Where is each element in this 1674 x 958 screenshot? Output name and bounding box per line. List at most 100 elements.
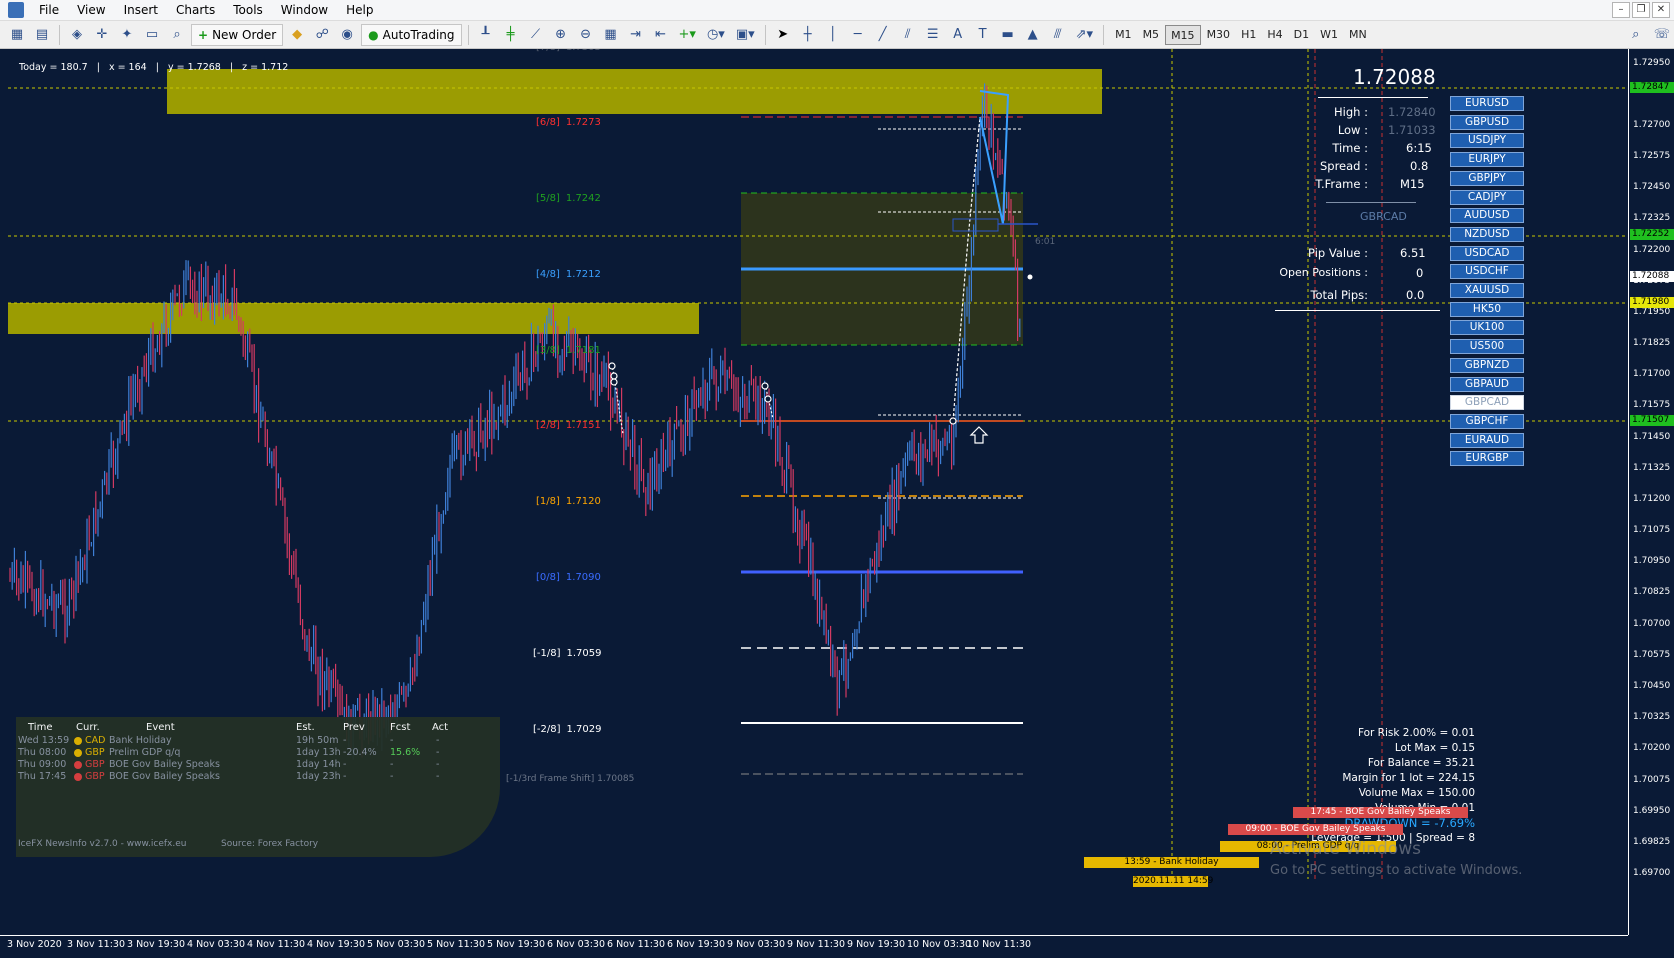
market-watch-icon[interactable]: ◈ <box>66 24 88 46</box>
text-label-icon[interactable]: T <box>972 24 994 46</box>
timeframe-m30[interactable]: M30 <box>1202 25 1236 45</box>
symbol-button-cadjpy[interactable]: CADJPY <box>1450 189 1524 205</box>
time-axis-label: 4 Nov 03:30 <box>187 939 246 950</box>
price-scale-label: 1.71825 <box>1633 338 1671 348</box>
news-row-time: Wed 13:59 <box>18 735 70 746</box>
symbol-button-gbpnzd[interactable]: GBPNZD <box>1450 357 1524 373</box>
vertical-line-icon[interactable]: │ <box>822 24 844 46</box>
murrey-fraction: [1/8] <box>536 496 560 507</box>
timeframe-h4[interactable]: H4 <box>1262 25 1287 45</box>
timeframe-m15[interactable]: M15 <box>1165 24 1201 45</box>
symbol-button-audusd[interactable]: AUDUSD <box>1450 208 1524 224</box>
news-row-previous: - <box>343 759 347 770</box>
bar-chart-icon[interactable]: ┸ <box>475 24 497 46</box>
strategy-tester-icon[interactable]: ⌕ <box>166 24 188 46</box>
panel-symbol: GBRCAD <box>1360 210 1407 223</box>
symbol-button-nzdusd[interactable]: NZDUSD <box>1450 226 1524 242</box>
app-icon[interactable] <box>8 2 24 18</box>
symbol-button-gbpaud[interactable]: GBPAUD <box>1450 376 1524 392</box>
timeframe-m5[interactable]: M5 <box>1138 25 1165 45</box>
symbol-button-hk50[interactable]: HK50 <box>1450 301 1524 317</box>
news-row-forecast: 15.6% <box>390 747 421 758</box>
menu-window[interactable]: Window <box>272 0 337 21</box>
text-icon[interactable]: A <box>947 24 969 46</box>
price-tag: 1.72847 <box>1630 82 1674 93</box>
metaeditor-icon[interactable]: ◆ <box>286 24 308 46</box>
arrows-icon[interactable]: ⇗▾ <box>1072 24 1097 46</box>
timeframe-w1[interactable]: W1 <box>1315 25 1343 45</box>
symbol-button-eurgbp[interactable]: EURGBP <box>1450 451 1524 467</box>
chat-icon[interactable]: ☏ <box>1650 24 1674 46</box>
timeframe-d1[interactable]: D1 <box>1289 25 1314 45</box>
menu-charts[interactable]: Charts <box>167 0 224 21</box>
autoscroll-icon[interactable]: ⇥ <box>625 24 647 46</box>
chart-shift-icon[interactable]: ⇤ <box>650 24 672 46</box>
line-chart-icon[interactable]: ⟋ <box>525 24 547 46</box>
new-chart-icon[interactable]: ▦ <box>6 24 28 46</box>
data-window-icon[interactable]: ✛ <box>91 24 113 46</box>
price-scale-label: 1.72325 <box>1633 213 1671 223</box>
horizontal-line-icon[interactable]: ─ <box>847 24 869 46</box>
symbol-button-gbpjpy[interactable]: GBPJPY <box>1450 170 1524 186</box>
profiles-icon[interactable]: ▤ <box>31 24 53 46</box>
timeframe-mn[interactable]: MN <box>1344 25 1372 45</box>
timeframe-h1[interactable]: H1 <box>1236 25 1261 45</box>
pitchfork-icon[interactable]: ⫻ <box>1047 24 1069 46</box>
candlestick-icon[interactable]: ╪ <box>500 24 522 46</box>
channel-icon[interactable]: ⫽ <box>897 24 919 46</box>
navigator-icon[interactable]: ✦ <box>116 24 138 46</box>
trendline-icon[interactable]: ╱ <box>872 24 894 46</box>
rectangle-icon[interactable]: ▬ <box>997 24 1019 46</box>
minimize-icon[interactable]: – <box>1612 2 1630 18</box>
time-axis[interactable]: 3 Nov 2020 3 Nov 11:30 3 Nov 19:30 4 Nov 03… <box>0 935 1628 958</box>
symbol-button-gbpchf[interactable]: GBPCHF <box>1450 413 1524 429</box>
price-scale[interactable]: 1.72950 1.72700 1.72575 1.72450 1.72325 1.722… <box>1628 49 1674 935</box>
tile-windows-icon[interactable]: ▦ <box>600 24 622 46</box>
symbol-button-euraud[interactable]: EURAUD <box>1450 432 1524 448</box>
timeframe-m1[interactable]: M1 <box>1110 25 1137 45</box>
symbol-button-xauusd[interactable]: XAUUSD <box>1450 283 1524 298</box>
pattern-marker <box>608 362 616 370</box>
symbol-button-eurusd[interactable]: EURUSD <box>1450 96 1524 111</box>
autotrading-button[interactable]: ● AutoTrading <box>361 23 462 46</box>
symbol-button-usdcad[interactable]: USDCAD <box>1450 245 1524 261</box>
time-axis-label: 5 Nov 03:30 <box>367 939 426 950</box>
symbol-button-usdjpy[interactable]: USDJPY <box>1450 133 1524 149</box>
symbol-button-gbpusd[interactable]: GBPUSD <box>1450 114 1524 130</box>
menu-help[interactable]: Help <box>337 0 382 21</box>
terminal-icon[interactable]: ▭ <box>141 24 163 46</box>
volume-max-line: Volume Max = 150.00 <box>1358 787 1475 799</box>
news-row-forecast: - <box>390 771 394 782</box>
menu-insert[interactable]: Insert <box>115 0 167 21</box>
new-order-label: New Order <box>212 27 277 42</box>
symbol-button-usdchf[interactable]: USDCHF <box>1450 264 1524 280</box>
symbol-button-us500[interactable]: US500 <box>1450 339 1524 355</box>
chart-window[interactable]: Today = 180.7 | x = 164 | y = 1.7268 | z… <box>0 49 1674 958</box>
trade-icon[interactable]: ☍ <box>311 24 333 46</box>
fibonacci-icon[interactable]: ☰ <box>922 24 944 46</box>
zoom-out-icon[interactable]: ⊖ <box>575 24 597 46</box>
symbol-button-gbpcad[interactable]: GBPCAD <box>1450 395 1524 411</box>
cursor-icon[interactable]: ➤ <box>772 24 794 46</box>
menu-view[interactable]: View <box>68 0 114 21</box>
tframe-value: M15 <box>1400 177 1425 191</box>
new-order-button[interactable]: + New Order <box>191 23 284 46</box>
indicators-icon[interactable]: +▾ <box>675 24 700 46</box>
crosshair-icon[interactable]: ┼ <box>797 24 819 46</box>
chart-plot[interactable]: Today = 180.7 | x = 164 | y = 1.7268 | z… <box>8 49 1628 935</box>
symbol-button-uk100[interactable]: UK100 <box>1450 320 1524 336</box>
murrey-level-label: [2/8] 1.7151 <box>536 420 601 431</box>
menu-file[interactable]: File <box>30 0 68 21</box>
zoom-in-icon[interactable]: ⊕ <box>550 24 572 46</box>
restore-icon[interactable]: ❐ <box>1632 2 1650 18</box>
news-event-bar: 09:00 - BOE Gov Bailey Speaks <box>1228 824 1403 835</box>
signals-icon[interactable]: ◉ <box>336 24 358 46</box>
templates-icon[interactable]: ▣▾ <box>732 24 759 46</box>
menu-tools[interactable]: Tools <box>224 0 272 21</box>
close-icon[interactable]: ✕ <box>1652 2 1670 18</box>
news-row-currency: GBP <box>85 771 105 782</box>
triangle-icon[interactable]: ▲ <box>1022 24 1044 46</box>
symbol-button-eurjpy[interactable]: EURJPY <box>1450 152 1524 168</box>
search-icon[interactable]: ⌕ <box>1625 24 1647 46</box>
periods-icon[interactable]: ◷▾ <box>703 24 729 46</box>
